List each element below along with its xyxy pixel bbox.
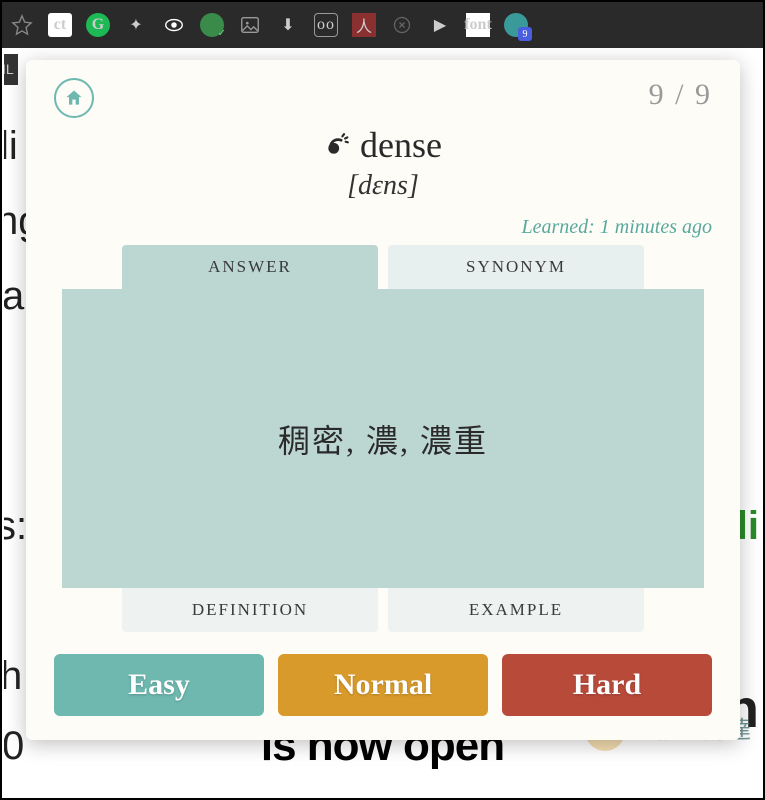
vocab-extension-icon[interactable]	[504, 13, 528, 37]
learned-timestamp: Learned: 1 minutes ago	[54, 216, 712, 239]
tab-example[interactable]: EXAMPLE	[388, 588, 644, 632]
home-icon	[64, 88, 84, 108]
answer-panel: 稠密, 濃, 濃重	[62, 289, 704, 588]
normal-button[interactable]: Normal	[278, 654, 488, 716]
image-extension-icon[interactable]	[238, 13, 262, 37]
grammarly-icon[interactable]: G	[86, 13, 110, 37]
ct-extension-icon[interactable]: ct	[48, 13, 72, 37]
oo-extension-icon[interactable]: oo	[314, 13, 338, 37]
flashcard-popup: 9 / 9 dense [dɛns] Learned: 1 minutes ag…	[26, 60, 740, 740]
purple-extension-icon[interactable]: ✦	[124, 13, 148, 37]
bg-fragment: s:	[4, 488, 27, 564]
bg-fragment: h	[4, 638, 22, 714]
font-extension-icon[interactable]: font	[466, 13, 490, 37]
bottom-tab-row: DEFINITION EXAMPLE	[62, 588, 704, 632]
bg-fragment: li	[737, 488, 759, 564]
word-text: dense	[360, 124, 442, 166]
tab-answer[interactable]: ANSWER	[122, 245, 378, 289]
adobe-extension-icon[interactable]: 人	[352, 13, 376, 37]
answer-text: 稠密, 濃, 濃重	[278, 416, 488, 462]
home-button[interactable]	[54, 78, 94, 118]
tab-definition[interactable]: DEFINITION	[122, 588, 378, 632]
bg-fragment: 0	[4, 708, 24, 784]
difficulty-row: Easy Normal Hard	[54, 654, 712, 716]
tab-synonym[interactable]: SYNONYM	[388, 245, 644, 289]
green-check-extension-icon[interactable]	[200, 13, 224, 37]
bg-fragment: li	[4, 108, 18, 184]
bookmark-star-icon[interactable]	[10, 13, 34, 37]
word-block: dense [dɛns]	[54, 124, 712, 202]
progress-counter: 9 / 9	[649, 78, 712, 112]
download-icon[interactable]: ⬇	[276, 13, 300, 37]
tab-area: ANSWER SYNONYM 稠密, 濃, 濃重 DEFINITION EXAM…	[54, 245, 712, 632]
hard-button[interactable]: Hard	[502, 654, 712, 716]
x-extension-icon[interactable]	[390, 13, 414, 37]
card-header: 9 / 9	[54, 78, 712, 118]
browser-toolbar: ct G ✦ ⬇ oo 人 ▶ font	[2, 2, 763, 48]
easy-button[interactable]: Easy	[54, 654, 264, 716]
eye-extension-icon[interactable]	[162, 13, 186, 37]
phonetic-text: [dɛns]	[54, 170, 712, 202]
top-tab-row: ANSWER SYNONYM	[62, 245, 704, 289]
bg-fragment: a	[4, 258, 24, 334]
play-extension-icon[interactable]: ▶	[428, 13, 452, 37]
bg-fragment: IL	[4, 54, 18, 85]
pronounce-icon[interactable]	[324, 132, 350, 158]
